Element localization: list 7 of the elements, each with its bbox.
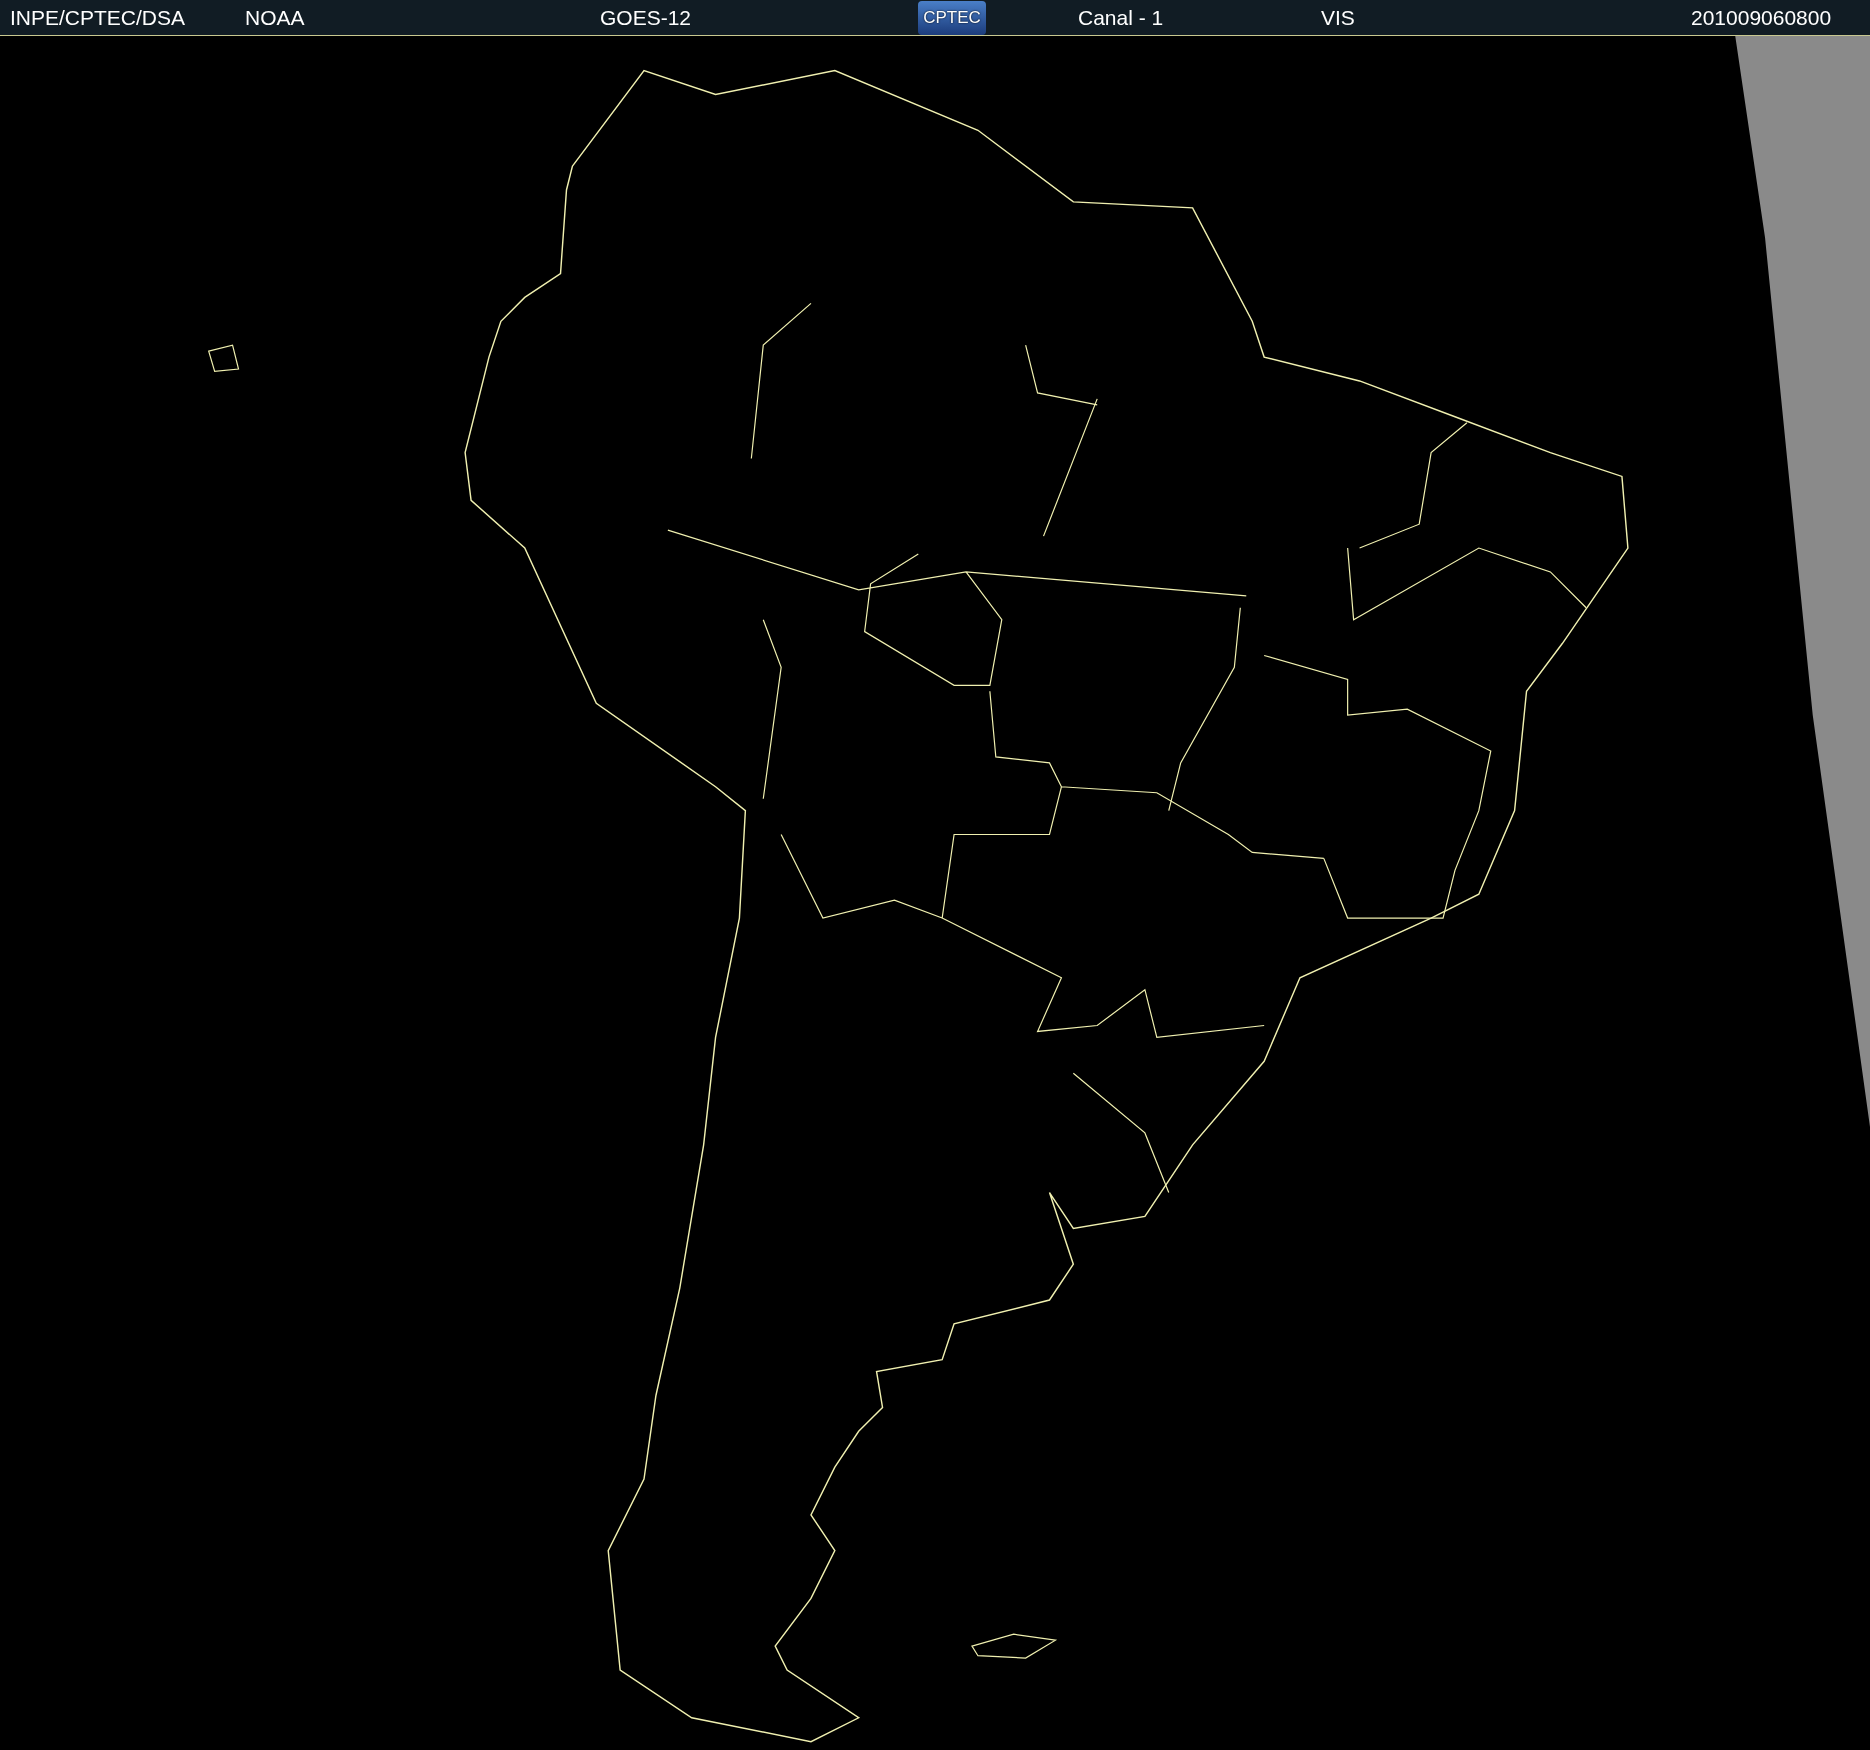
header-label: VIS <box>1321 4 1355 31</box>
header-label: Canal - 1 <box>1078 4 1164 31</box>
header-label: INPE/CPTEC/DSA <box>10 4 186 31</box>
logo: CPTEC <box>918 0 986 35</box>
header-label: 201009060800 <box>1691 4 1832 31</box>
header-label: NOAA <box>245 4 305 31</box>
header-label: GOES-12 <box>600 4 692 31</box>
